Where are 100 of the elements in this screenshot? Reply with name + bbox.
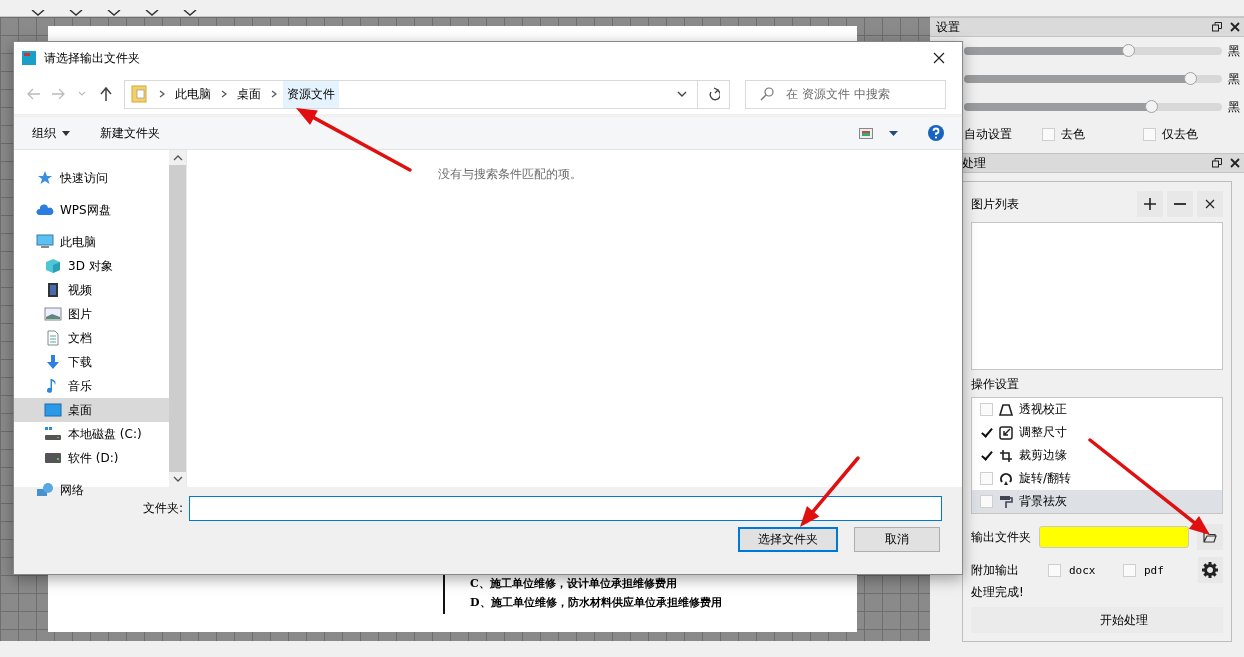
clear-button[interactable] xyxy=(1197,191,1223,217)
toolbar-icon[interactable] xyxy=(106,10,122,16)
section-title: 操作设置 xyxy=(971,376,1020,393)
operation-item[interactable]: 调整尺寸 xyxy=(972,421,1222,444)
folder-icon xyxy=(130,85,147,103)
document-icon xyxy=(44,330,62,346)
nav-label: 快速访问 xyxy=(60,169,108,187)
start-button[interactable]: 开始处理 xyxy=(971,607,1223,633)
nav-label: 软件 (D:) xyxy=(68,449,119,467)
refresh-button[interactable] xyxy=(698,79,731,109)
close-icon[interactable] xyxy=(1230,158,1240,168)
nav-item[interactable]: 本地磁盘 (C:) xyxy=(14,422,169,446)
drive-icon xyxy=(44,450,62,466)
slider-track[interactable] xyxy=(964,103,1222,111)
close-icon[interactable] xyxy=(1230,22,1240,32)
field-label: 文件夹: xyxy=(142,500,183,517)
nav-label: 此电脑 xyxy=(60,233,96,251)
checkbox[interactable] xyxy=(1041,127,1055,141)
folder-icon xyxy=(1203,531,1217,543)
nav-item[interactable]: 快速访问 xyxy=(14,166,169,190)
checkbox[interactable] xyxy=(980,472,993,485)
output-folder-field[interactable] xyxy=(1039,526,1189,548)
nav-item[interactable]: 桌面 xyxy=(14,398,169,422)
operation-item[interactable]: 透视校正 xyxy=(972,398,1222,421)
slider-track[interactable] xyxy=(964,47,1222,55)
remove-button[interactable] xyxy=(1167,191,1193,217)
image-icon xyxy=(44,306,62,322)
slider-thumb[interactable] xyxy=(1145,100,1159,113)
nav-item[interactable]: 视频 xyxy=(14,278,169,302)
nav-item[interactable]: 3D 对象 xyxy=(14,254,169,278)
settings-icon xyxy=(1202,562,1219,578)
toolbar-icon[interactable] xyxy=(144,10,160,16)
toolbar-icon[interactable] xyxy=(68,10,84,16)
breadcrumb-item[interactable]: 此电脑 xyxy=(170,80,215,108)
view-icon[interactable] xyxy=(859,127,873,139)
scroll-down-icon[interactable] xyxy=(172,476,183,482)
chevron-icon xyxy=(269,90,278,98)
cloud-icon xyxy=(36,202,54,218)
settings-button[interactable] xyxy=(1198,557,1223,583)
toolbar-icon[interactable] xyxy=(30,10,46,16)
restore-icon[interactable] xyxy=(1212,158,1222,168)
organize-menu[interactable]: 组织 xyxy=(32,124,70,142)
folder-input[interactable] xyxy=(189,496,942,521)
star-icon xyxy=(36,170,54,186)
checkbox[interactable] xyxy=(980,426,993,439)
search-icon xyxy=(760,87,775,101)
help-icon[interactable] xyxy=(928,125,944,141)
select-folder-button[interactable]: 选择文件夹 xyxy=(738,527,838,552)
toolbar-icon[interactable] xyxy=(182,10,198,16)
up-arrow-icon[interactable] xyxy=(97,86,114,102)
app-icon xyxy=(22,51,36,65)
nav-item[interactable]: 软件 (D:) xyxy=(14,446,169,470)
operation-item[interactable]: 背景祛灰 xyxy=(972,490,1222,513)
nav-label: 音乐 xyxy=(68,377,92,395)
nav-item[interactable]: 网络 xyxy=(14,478,169,502)
nav-item[interactable]: 文档 xyxy=(14,326,169,350)
add-icon xyxy=(1144,198,1156,210)
slider-label: 黑 xyxy=(1228,42,1240,60)
new-folder-button[interactable]: 新建文件夹 xyxy=(100,124,160,142)
checkbox[interactable] xyxy=(1142,127,1156,141)
checkbox-label: 仅去色 xyxy=(1161,125,1198,143)
panel-title: 设置 xyxy=(936,18,961,36)
annotation-arrow xyxy=(800,456,860,527)
nav-item[interactable]: 图片 xyxy=(14,302,169,326)
add-button[interactable] xyxy=(1137,191,1163,217)
checkbox[interactable] xyxy=(1047,563,1061,577)
checkbox[interactable] xyxy=(980,403,993,416)
cancel-button[interactable]: 取消 xyxy=(854,527,940,552)
checkbox-label: docx xyxy=(1068,563,1096,577)
operation-item[interactable]: 裁剪边缘 xyxy=(972,444,1222,467)
close-icon xyxy=(933,52,945,64)
paint-roller-icon xyxy=(999,494,1013,509)
search-field[interactable]: 在 资源文件 中搜索 xyxy=(745,79,946,109)
restore-icon[interactable] xyxy=(1212,22,1222,32)
caret-icon[interactable] xyxy=(889,130,898,136)
scroll-up-icon[interactable] xyxy=(172,155,183,161)
checkbox[interactable] xyxy=(980,495,993,508)
slider-thumb[interactable] xyxy=(1184,72,1198,85)
checkbox[interactable] xyxy=(980,449,993,462)
operation-label: 调整尺寸 xyxy=(1019,424,1067,441)
field-label: 附加输出 xyxy=(971,561,1020,579)
nav-item[interactable]: 此电脑 xyxy=(14,230,169,254)
operation-label: 透视校正 xyxy=(1019,401,1067,418)
nav-item[interactable]: 音乐 xyxy=(14,374,169,398)
refresh-icon xyxy=(707,87,720,101)
checkbox[interactable] xyxy=(1122,563,1136,577)
slider-thumb[interactable] xyxy=(1122,44,1136,57)
breadcrumb-item[interactable]: 桌面 xyxy=(232,80,265,108)
operation-item[interactable]: 旋转/翻转 xyxy=(972,467,1222,490)
nav-item[interactable]: 下载 xyxy=(14,350,169,374)
monitor-icon xyxy=(44,402,62,418)
download-arrow-icon xyxy=(44,354,62,370)
nav-item[interactable]: WPS网盘 xyxy=(14,198,169,222)
nav-label: 图片 xyxy=(68,305,92,323)
breadcrumb-item[interactable]: 资源文件 xyxy=(282,80,339,108)
checkbox-label: pdf xyxy=(1143,563,1164,577)
rotate-icon xyxy=(999,471,1013,486)
document-text: C、施工单位维修，设计单位承担维修费用 xyxy=(470,576,678,591)
caret-icon[interactable] xyxy=(677,90,688,98)
address-bar[interactable]: 此电脑 桌面 资源文件 xyxy=(123,79,699,109)
